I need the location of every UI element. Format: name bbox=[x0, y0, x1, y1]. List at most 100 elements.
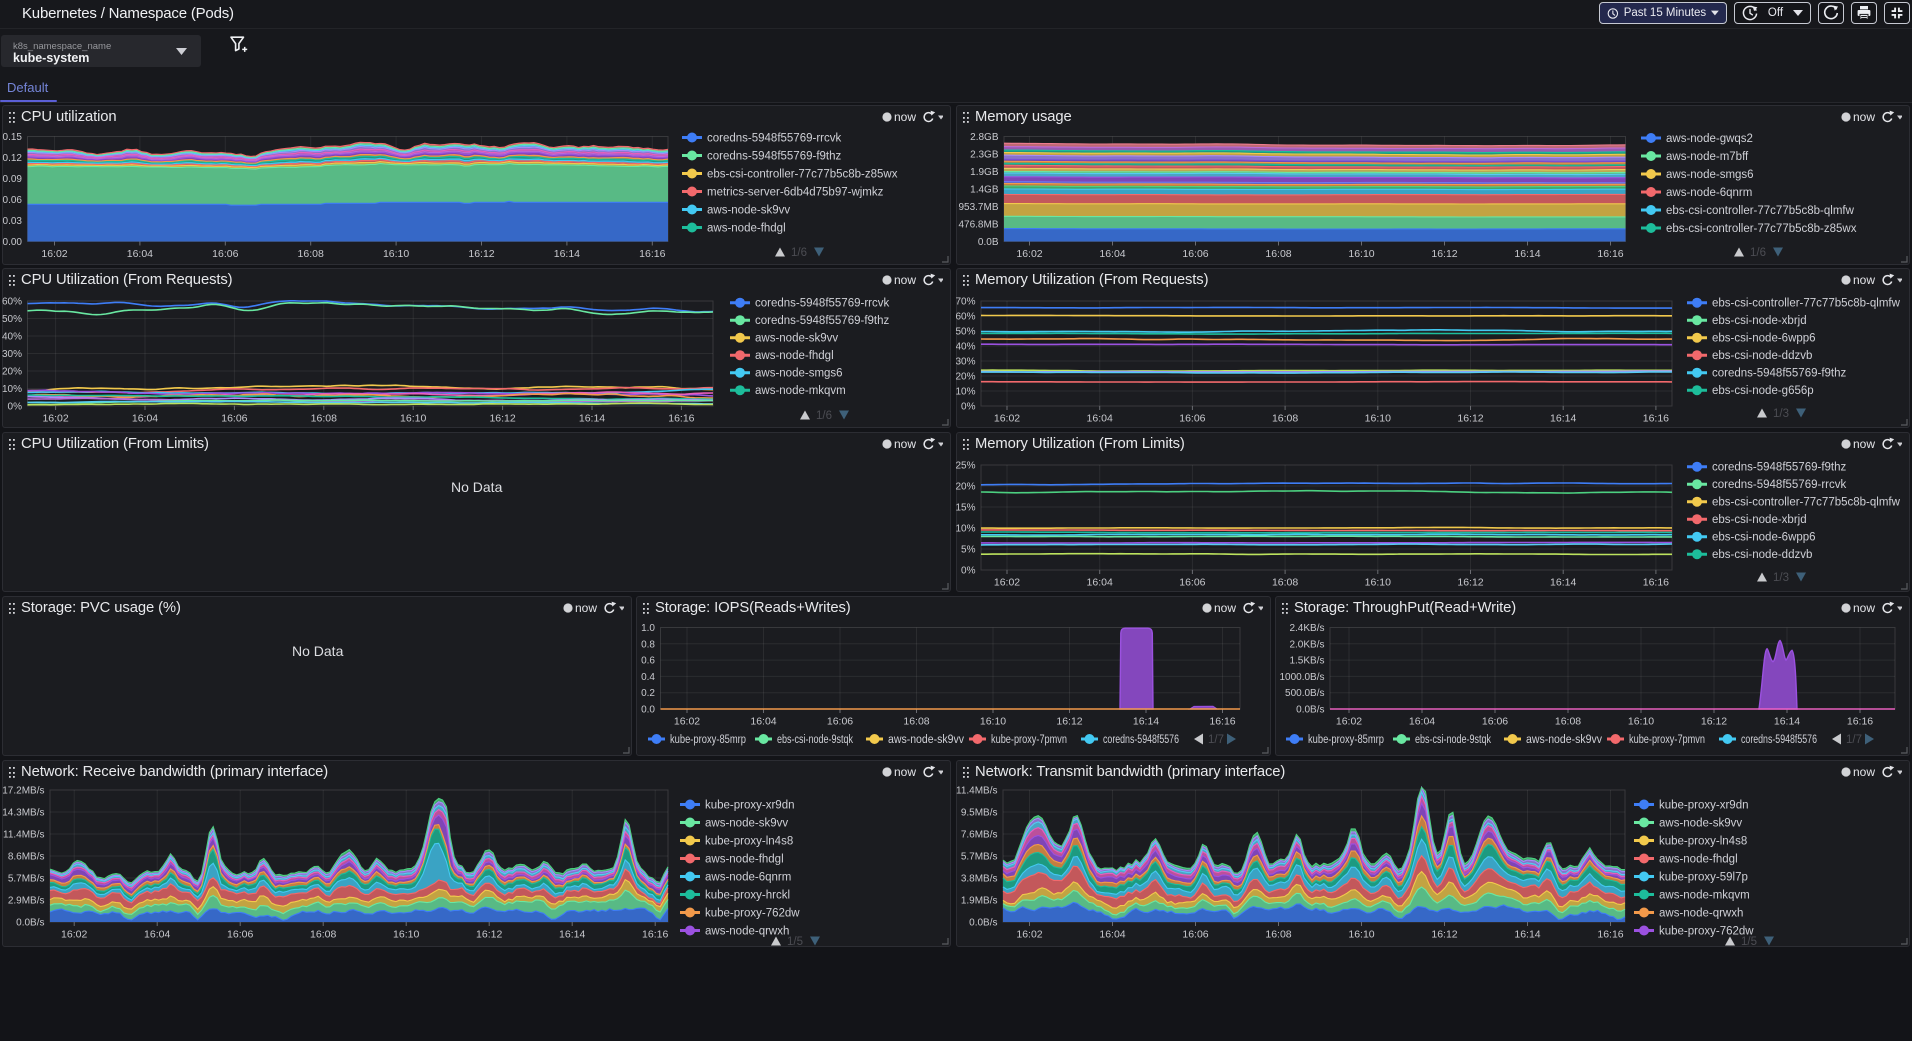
svg-text:ebs-csi-node-6wpp6: ebs-csi-node-6wpp6 bbox=[1712, 532, 1816, 544]
svg-text:16:16: 16:16 bbox=[642, 929, 668, 941]
svg-text:2.8GB: 2.8GB bbox=[970, 132, 999, 143]
svg-text:1/7: 1/7 bbox=[1846, 734, 1862, 746]
svg-text:2.0KB/s: 2.0KB/s bbox=[1289, 639, 1324, 650]
svg-text:17.2MB/s: 17.2MB/s bbox=[2, 786, 44, 797]
svg-text:coredns-5948f5576: coredns-5948f5576 bbox=[1741, 734, 1817, 746]
svg-text:aws-node-6qnrm: aws-node-6qnrm bbox=[705, 871, 791, 883]
svg-text:kube-proxy-7pmvn: kube-proxy-7pmvn bbox=[1629, 734, 1705, 746]
svg-text:16:08: 16:08 bbox=[1272, 577, 1298, 589]
svg-text:16:04: 16:04 bbox=[1087, 577, 1113, 589]
svg-text:0%: 0% bbox=[8, 402, 23, 413]
svg-text:16:06: 16:06 bbox=[1179, 577, 1205, 589]
svg-text:ebs-csi-controller-77c77b5c8b-: ebs-csi-controller-77c77b5c8b-z85wx bbox=[1666, 223, 1857, 235]
svg-text:ebs-csi-controller-77c77b5c8b-: ebs-csi-controller-77c77b5c8b-qlmfw bbox=[1666, 205, 1855, 217]
svg-text:kube-proxy-85mrp: kube-proxy-85mrp bbox=[1308, 734, 1384, 746]
svg-text:16:02: 16:02 bbox=[42, 413, 68, 425]
svg-text:aws-node-smgs6: aws-node-smgs6 bbox=[755, 368, 843, 380]
svg-text:1/7: 1/7 bbox=[1208, 734, 1224, 746]
svg-text:0.0B/s: 0.0B/s bbox=[1296, 705, 1324, 716]
svg-text:16:08: 16:08 bbox=[310, 929, 336, 941]
svg-text:16:08: 16:08 bbox=[1555, 716, 1581, 728]
svg-text:16:10: 16:10 bbox=[400, 413, 426, 425]
svg-text:2.4KB/s: 2.4KB/s bbox=[1289, 623, 1324, 634]
svg-text:16:04: 16:04 bbox=[144, 929, 170, 941]
svg-text:16:08: 16:08 bbox=[1265, 929, 1291, 941]
svg-text:0%: 0% bbox=[961, 402, 976, 413]
svg-text:50%: 50% bbox=[956, 327, 976, 338]
svg-text:aws-node-sk9vv: aws-node-sk9vv bbox=[1526, 734, 1602, 746]
svg-text:1/5: 1/5 bbox=[787, 936, 803, 947]
svg-text:ebs-csi-node-6wpp6: ebs-csi-node-6wpp6 bbox=[1712, 333, 1816, 345]
svg-text:kube-proxy-hrckl: kube-proxy-hrckl bbox=[705, 889, 790, 901]
svg-text:20%: 20% bbox=[956, 372, 976, 383]
svg-text:16:10: 16:10 bbox=[393, 929, 419, 941]
svg-text:aws-node-smgs6: aws-node-smgs6 bbox=[1666, 169, 1754, 181]
svg-text:0.00: 0.00 bbox=[3, 237, 23, 248]
svg-text:16:02: 16:02 bbox=[994, 413, 1020, 425]
svg-text:kube-proxy-ln4s8: kube-proxy-ln4s8 bbox=[705, 835, 793, 847]
svg-text:1.4GB: 1.4GB bbox=[970, 185, 999, 196]
svg-text:16:06: 16:06 bbox=[1182, 929, 1208, 941]
svg-text:16:06: 16:06 bbox=[212, 248, 238, 260]
svg-text:476.8MB: 476.8MB bbox=[958, 220, 998, 231]
svg-text:16:04: 16:04 bbox=[127, 248, 153, 260]
svg-text:16:06: 16:06 bbox=[221, 413, 247, 425]
svg-text:0.06: 0.06 bbox=[3, 195, 23, 206]
svg-text:kube-proxy-762dw: kube-proxy-762dw bbox=[1659, 925, 1754, 937]
svg-text:0.0: 0.0 bbox=[641, 705, 655, 716]
svg-text:16:06: 16:06 bbox=[827, 716, 853, 728]
svg-text:16:02: 16:02 bbox=[1016, 248, 1042, 260]
svg-text:16:16: 16:16 bbox=[1643, 413, 1669, 425]
svg-text:16:12: 16:12 bbox=[1431, 929, 1457, 941]
svg-text:16:10: 16:10 bbox=[1365, 577, 1391, 589]
svg-text:16:06: 16:06 bbox=[1182, 248, 1208, 260]
svg-text:16:16: 16:16 bbox=[1847, 716, 1873, 728]
svg-text:16:04: 16:04 bbox=[1409, 716, 1435, 728]
svg-text:16:10: 16:10 bbox=[980, 716, 1006, 728]
svg-text:kube-proxy-762dw: kube-proxy-762dw bbox=[705, 907, 800, 919]
svg-text:30%: 30% bbox=[2, 349, 22, 360]
svg-text:16:16: 16:16 bbox=[639, 248, 665, 260]
svg-text:1.5KB/s: 1.5KB/s bbox=[1289, 656, 1324, 667]
svg-text:0%: 0% bbox=[961, 566, 976, 577]
svg-text:1000.0B/s: 1000.0B/s bbox=[1279, 672, 1324, 683]
svg-text:16:02: 16:02 bbox=[1016, 929, 1042, 941]
svg-text:16:08: 16:08 bbox=[1265, 248, 1291, 260]
svg-text:16:08: 16:08 bbox=[1272, 413, 1298, 425]
svg-text:16:06: 16:06 bbox=[227, 929, 253, 941]
svg-text:16:10: 16:10 bbox=[383, 248, 409, 260]
svg-text:ebs-csi-controller-77c77b5c8b-: ebs-csi-controller-77c77b5c8b-z85wx bbox=[707, 168, 898, 180]
svg-text:aws-node-fhdgl: aws-node-fhdgl bbox=[1659, 853, 1738, 865]
svg-text:ebs-csi-node-xbrjd: ebs-csi-node-xbrjd bbox=[1712, 315, 1807, 327]
svg-text:1/6: 1/6 bbox=[1750, 247, 1766, 259]
svg-text:kube-proxy-ln4s8: kube-proxy-ln4s8 bbox=[1659, 835, 1747, 847]
svg-text:16:06: 16:06 bbox=[1179, 413, 1205, 425]
svg-text:aws-node-m7bff: aws-node-m7bff bbox=[1666, 151, 1749, 163]
svg-text:aws-node-fhdgl: aws-node-fhdgl bbox=[705, 853, 784, 865]
svg-text:aws-node-sk9vv: aws-node-sk9vv bbox=[707, 204, 790, 216]
svg-text:1/6: 1/6 bbox=[791, 247, 807, 259]
svg-text:1.9GB: 1.9GB bbox=[970, 167, 999, 178]
svg-text:16:14: 16:14 bbox=[559, 929, 585, 941]
svg-text:aws-node-qrwxh: aws-node-qrwxh bbox=[705, 925, 789, 937]
svg-text:25%: 25% bbox=[956, 461, 976, 472]
svg-text:aws-node-sk9vv: aws-node-sk9vv bbox=[705, 817, 788, 829]
svg-text:kube-proxy-xr9dn: kube-proxy-xr9dn bbox=[705, 799, 794, 811]
svg-text:ebs-csi-node-g656p: ebs-csi-node-g656p bbox=[1712, 385, 1814, 397]
svg-text:15%: 15% bbox=[956, 503, 976, 514]
svg-text:16:04: 16:04 bbox=[1099, 248, 1125, 260]
svg-text:aws-node-mkqvm: aws-node-mkqvm bbox=[755, 385, 846, 397]
svg-text:0.0B/s: 0.0B/s bbox=[969, 918, 997, 929]
svg-text:16:12: 16:12 bbox=[1457, 577, 1483, 589]
svg-text:16:16: 16:16 bbox=[1643, 577, 1669, 589]
svg-text:16:08: 16:08 bbox=[311, 413, 337, 425]
svg-text:500.0B/s: 500.0B/s bbox=[1285, 688, 1324, 699]
svg-text:16:02: 16:02 bbox=[61, 929, 87, 941]
svg-text:now: now bbox=[894, 437, 916, 451]
svg-text:metrics-server-6db4d75b97-wjmk: metrics-server-6db4d75b97-wjmkz bbox=[707, 186, 884, 198]
svg-text:0.12: 0.12 bbox=[3, 153, 23, 164]
svg-text:16:12: 16:12 bbox=[1701, 716, 1727, 728]
svg-text:5.7MB/s: 5.7MB/s bbox=[8, 874, 45, 885]
svg-text:1/3: 1/3 bbox=[1773, 572, 1789, 584]
svg-text:ebs-csi-node-9stqk: ebs-csi-node-9stqk bbox=[1415, 734, 1491, 746]
